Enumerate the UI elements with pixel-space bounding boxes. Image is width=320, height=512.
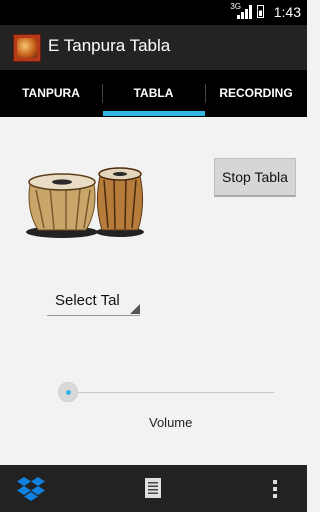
- tab-selected-indicator: [103, 111, 205, 116]
- status-bar: 3G 12 1:43: [0, 0, 307, 25]
- battery-level: 12: [254, 6, 262, 13]
- bottom-action-bar: [0, 465, 307, 512]
- app-title: E Tanpura Tabla: [48, 36, 171, 55]
- tabla-drums-image: [26, 167, 144, 238]
- tabla-panel: Stop Tabla Select Tal Volume: [0, 117, 307, 465]
- signal-icon: [237, 5, 252, 19]
- overflow-menu-icon[interactable]: [273, 480, 277, 500]
- volume-slider[interactable]: [58, 381, 274, 405]
- dropbox-icon[interactable]: [16, 476, 46, 502]
- clock: 1:43: [273, 4, 301, 20]
- volume-slider-thumb[interactable]: [58, 382, 78, 402]
- select-tal-spinner[interactable]: Select Tal: [47, 289, 140, 316]
- stop-tabla-button[interactable]: Stop Tabla: [214, 158, 296, 197]
- tab-recording[interactable]: RECORDING: [205, 70, 307, 117]
- volume-slider-track: [66, 392, 274, 393]
- dropdown-arrow-icon: [130, 304, 140, 314]
- volume-label: Volume: [149, 415, 193, 430]
- action-bar: E Tanpura Tabla: [0, 25, 307, 70]
- tab-tabla[interactable]: TABLA: [102, 70, 205, 117]
- document-icon[interactable]: [145, 478, 161, 498]
- tab-bar: TANPURA TABLA RECORDING: [0, 70, 307, 117]
- app-icon[interactable]: [13, 34, 41, 62]
- select-tal-value: Select Tal: [55, 292, 120, 309]
- tab-tanpura[interactable]: TANPURA: [0, 70, 102, 117]
